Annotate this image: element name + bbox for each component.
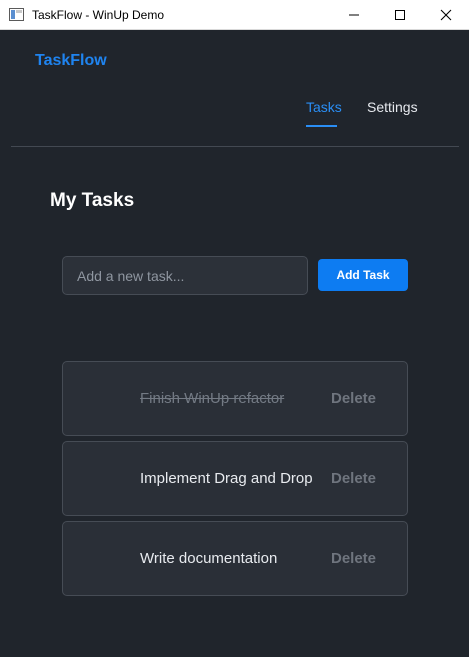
tab-tasks[interactable]: Tasks xyxy=(306,99,342,115)
task-item[interactable]: Finish WinUp refactor Delete xyxy=(62,361,408,436)
task-item[interactable]: Implement Drag and Drop Delete xyxy=(62,441,408,516)
delete-task-button[interactable]: Delete xyxy=(331,470,376,487)
new-task-input[interactable] xyxy=(62,256,308,295)
minimize-button[interactable] xyxy=(331,0,377,30)
window-title-bar: TaskFlow - WinUp Demo xyxy=(0,0,469,30)
header-divider xyxy=(11,146,459,147)
task-text: Write documentation xyxy=(140,550,278,567)
task-item[interactable]: Write documentation Delete xyxy=(62,521,408,596)
maximize-icon xyxy=(395,10,405,20)
close-icon xyxy=(440,9,452,21)
task-text: Finish WinUp refactor xyxy=(140,390,285,407)
active-tab-indicator xyxy=(306,125,337,127)
tab-settings[interactable]: Settings xyxy=(367,99,418,115)
page-title: My Tasks xyxy=(50,190,135,211)
brand-logo-text: TaskFlow xyxy=(35,52,107,69)
app-window-icon xyxy=(9,8,24,21)
delete-task-button[interactable]: Delete xyxy=(331,390,376,407)
close-button[interactable] xyxy=(423,0,469,30)
delete-task-button[interactable]: Delete xyxy=(331,550,376,567)
add-task-button[interactable]: Add Task xyxy=(318,259,408,291)
window-title: TaskFlow - WinUp Demo xyxy=(32,8,165,22)
minimize-icon xyxy=(349,14,359,16)
maximize-button[interactable] xyxy=(377,0,423,30)
task-list: Finish WinUp refactor Delete Implement D… xyxy=(62,361,408,601)
app-content: TaskFlow Tasks Settings My Tasks Add Tas… xyxy=(0,30,469,657)
task-text: Implement Drag and Drop xyxy=(140,470,313,487)
